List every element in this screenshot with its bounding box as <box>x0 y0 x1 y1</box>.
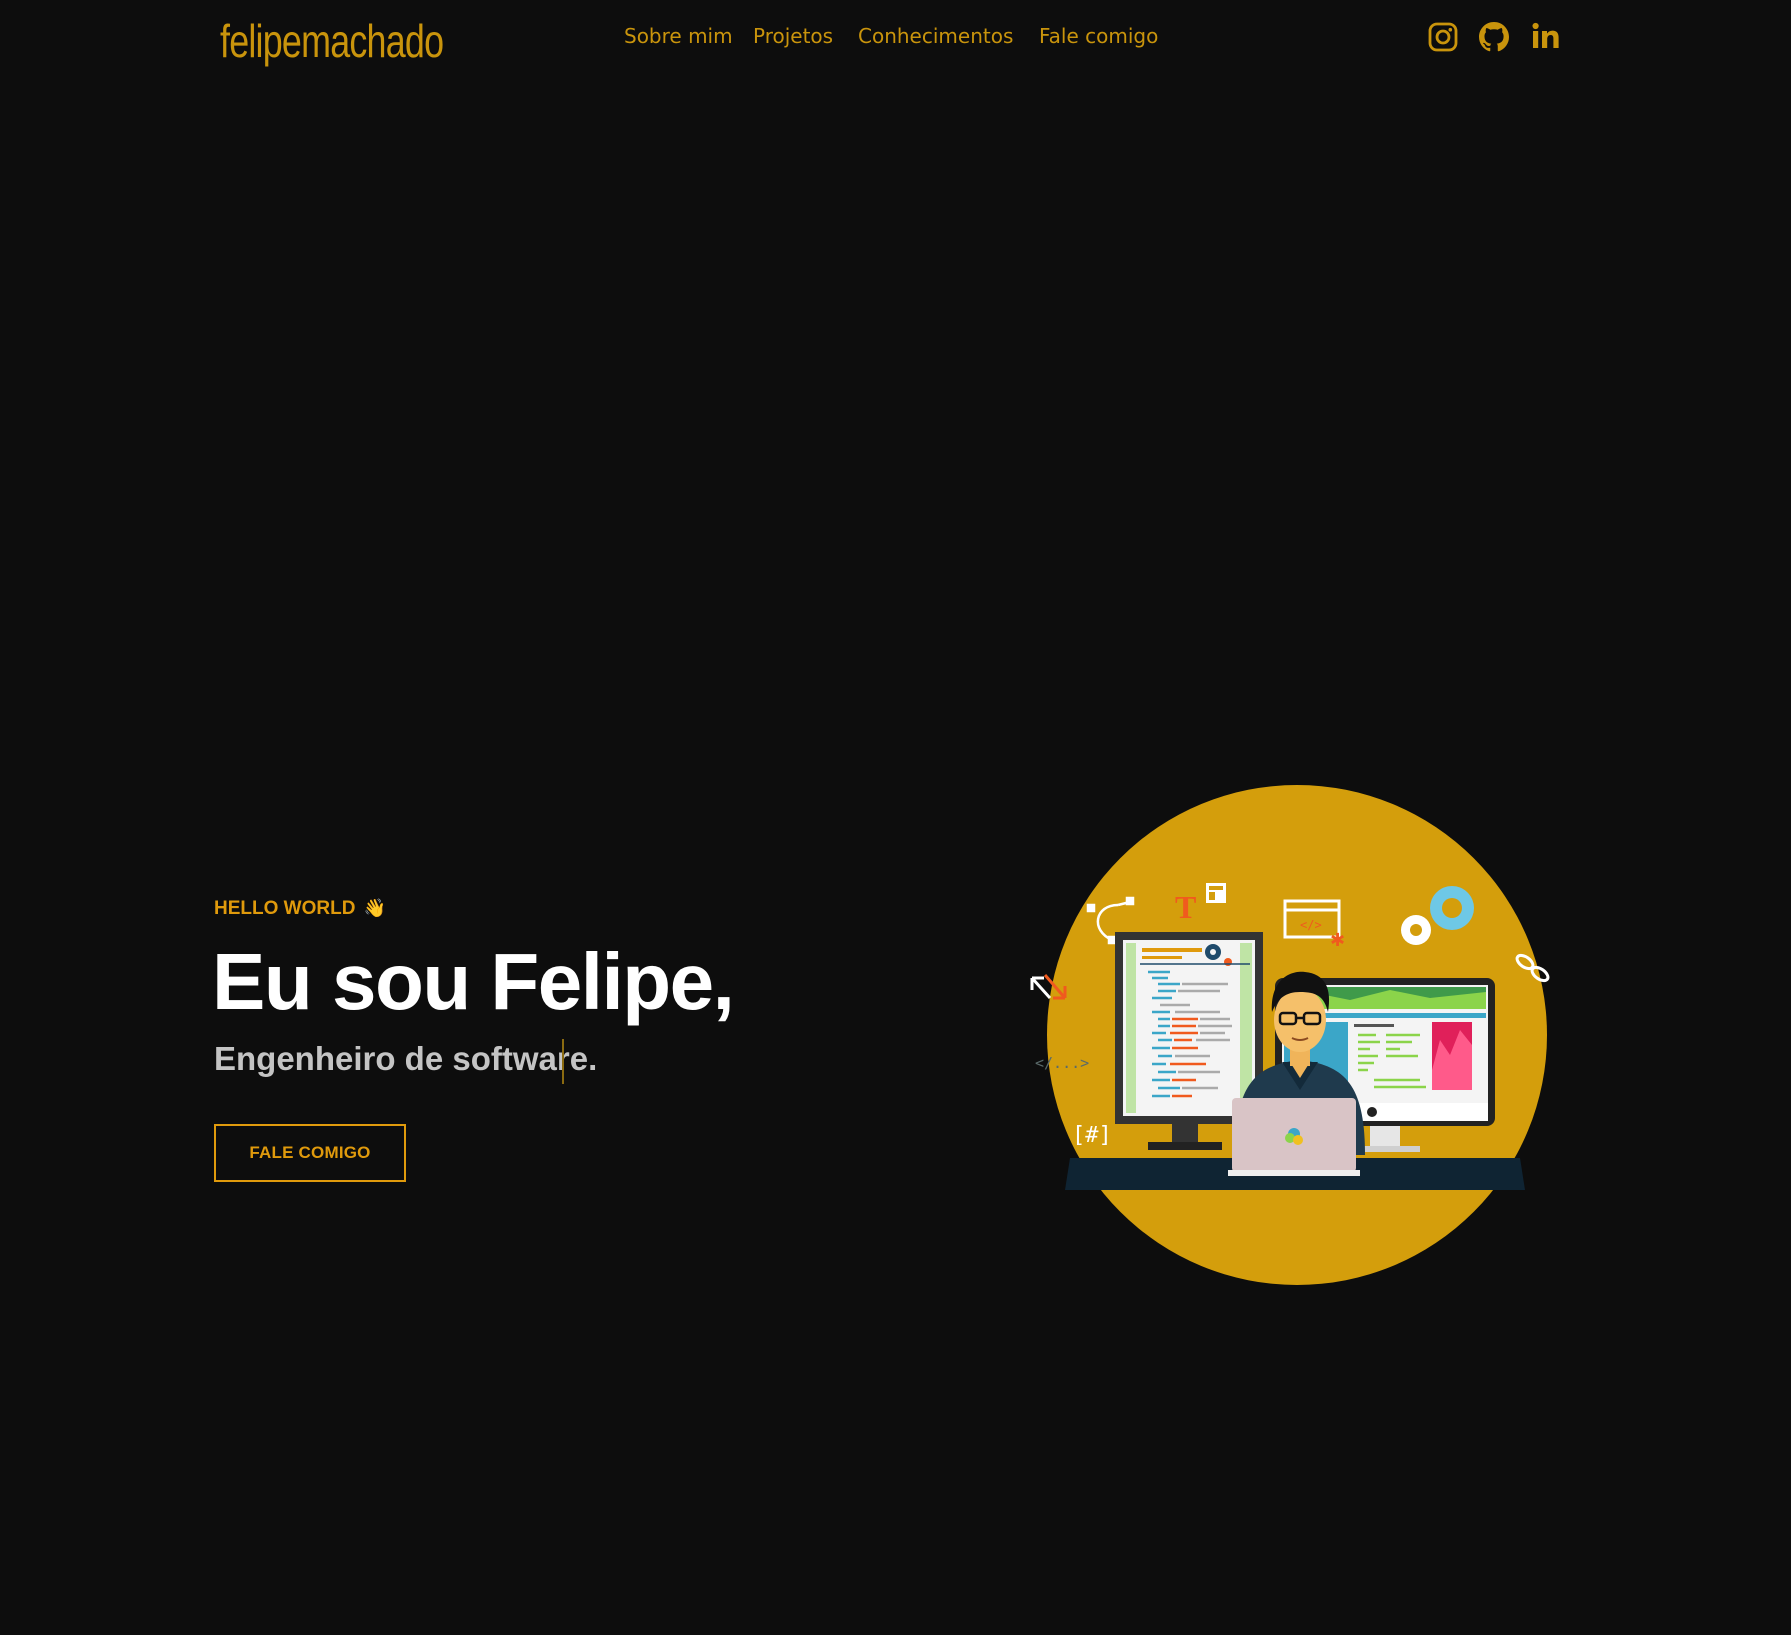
developer-illustration: T </> ✱ </...> [#] <box>1020 780 1580 1300</box>
code-tag-icon: </...> <box>1035 1054 1089 1072</box>
typing-caret <box>562 1039 564 1084</box>
svg-text:✱: ✱ <box>1330 930 1345 951</box>
hash-tag-icon: [#] <box>1072 1123 1112 1148</box>
hero-kicker-text: HELLO WORLD <box>214 898 356 919</box>
github-icon[interactable] <box>1479 22 1509 52</box>
text-tool-icon: T <box>1175 889 1196 925</box>
hero-title: Eu sou Felipe, <box>212 937 735 1026</box>
nav-link-conhecimentos[interactable]: Conhecimentos <box>858 24 1013 48</box>
hero-kicker: HELLO WORLD 👋 <box>214 898 386 920</box>
nav-link-sobre-mim[interactable]: Sobre mim <box>624 24 733 48</box>
right-monitor-stand <box>1370 1126 1400 1148</box>
layout-icon <box>1206 883 1226 903</box>
left-monitor-stand <box>1172 1124 1198 1144</box>
laptop <box>1228 1098 1360 1176</box>
fale-comigo-button[interactable]: FALE COMIGO <box>214 1124 406 1182</box>
svg-text:</>: </> <box>1300 918 1322 932</box>
waving-hand-icon: 👋 <box>363 898 386 918</box>
left-monitor-base <box>1148 1142 1222 1150</box>
instagram-icon[interactable] <box>1428 22 1458 52</box>
nav-link-projetos[interactable]: Projetos <box>753 24 833 48</box>
site-logo[interactable]: felipemachado <box>220 14 444 68</box>
linkedin-icon[interactable] <box>1532 22 1560 52</box>
hero-subtitle: Engenheiro de software. <box>214 1040 598 1077</box>
nav-link-fale-comigo[interactable]: Fale comigo <box>1039 24 1158 48</box>
